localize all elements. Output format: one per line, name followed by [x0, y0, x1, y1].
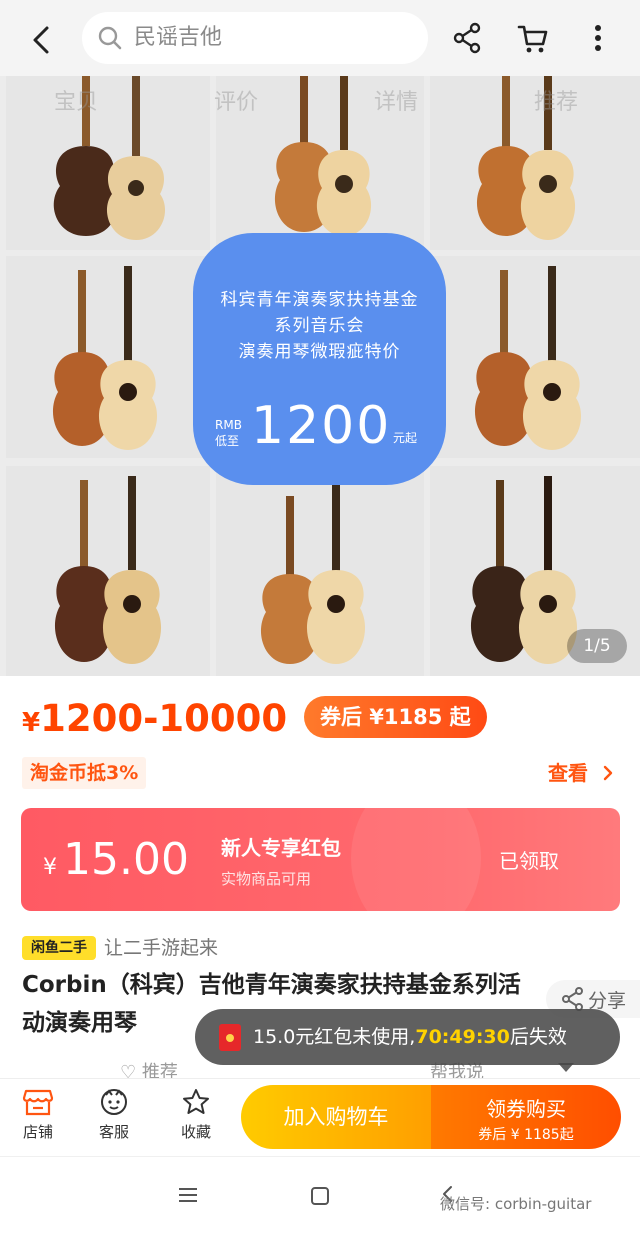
tao-coin-tag: 淘金币抵3% — [22, 757, 147, 789]
promo-line: 科宾青年演奏家扶持基金 — [220, 290, 419, 310]
back-arrow-icon[interactable] — [22, 20, 62, 60]
search-icon — [98, 26, 122, 50]
promo-line: 系列音乐会 — [274, 316, 365, 336]
image-counter: 1/5 — [567, 629, 627, 663]
guitar-photo — [6, 466, 210, 676]
red-packet-title: 新人专享红包 — [221, 836, 341, 860]
add-to-cart-button[interactable]: 加入购物车 — [241, 1085, 431, 1149]
buy-with-coupon-button[interactable]: 领券购买 券后 ¥ 1185起 — [431, 1085, 621, 1149]
search-bar[interactable]: 民谣吉他 — [82, 12, 428, 64]
guitar-photo — [430, 256, 640, 458]
favorite-label: 收藏 — [180, 1123, 211, 1141]
buy-label: 领券购买 — [486, 1097, 566, 1121]
product-image-gallery[interactable]: 宝贝 评价 详情 推荐 科宾青年演奏家扶持基金 系列音乐会 演奏用琴微瑕疵特价 … — [0, 76, 640, 676]
tab-ghost: 推荐 — [534, 90, 579, 115]
view-more-link[interactable]: 查看 — [548, 758, 615, 788]
shop-label: 店铺 — [22, 1123, 53, 1141]
low-label: 低至 — [215, 434, 240, 448]
toast-countdown: 70:49:30 — [415, 1026, 510, 1048]
red-envelope-icon — [219, 1024, 241, 1051]
cart-icon[interactable] — [515, 20, 551, 56]
promo-price: 1200 — [251, 396, 392, 456]
system-navigation-bar: 微信号: corbin-guitar — [0, 1156, 640, 1233]
tab-ghost: 评价 — [214, 90, 259, 115]
top-bar: 民谣吉他 — [0, 0, 640, 76]
service-button[interactable]: 客服 — [84, 1087, 144, 1142]
tab-ghost: 详情 — [374, 90, 419, 115]
coupon-price-badge[interactable]: 券后 ¥1185 起 — [304, 696, 487, 738]
red-packet-subtitle: 实物商品可用 — [221, 870, 312, 888]
home-icon[interactable] — [309, 1185, 331, 1207]
guitar-photo — [6, 256, 210, 458]
red-packet-amount: ¥15.00 — [43, 833, 189, 895]
buy-sub-label: 券后 ¥ 1185起 — [478, 1127, 574, 1143]
ghost-tabs: 宝贝 评价 详情 推荐 — [0, 76, 640, 126]
xianyu-slogan[interactable]: 让二手游起来 — [104, 933, 218, 960]
toast-suffix: 后失效 — [509, 1026, 567, 1048]
decorative-circle — [351, 808, 481, 911]
red-packet-expiry-toast[interactable]: 15.0元红包未使用,70:49:30后失效 — [195, 1009, 620, 1065]
price-value: 1200-10000 — [40, 697, 288, 740]
shop-icon — [22, 1089, 54, 1116]
share-icon[interactable] — [450, 20, 486, 56]
menu-icon[interactable] — [176, 1185, 200, 1205]
search-placeholder: 民谣吉他 — [134, 25, 223, 50]
toast-prefix: 15.0元红包未使用, — [253, 1026, 416, 1048]
toast-message: 15.0元红包未使用,70:49:30后失效 — [253, 1009, 567, 1065]
favorite-button[interactable]: 收藏 — [166, 1087, 226, 1142]
amount-value: 15.00 — [63, 834, 189, 885]
guitar-photo — [216, 466, 424, 676]
chevron-right-icon — [603, 765, 613, 781]
red-packet-status[interactable]: 已领取 — [499, 845, 559, 874]
service-label: 客服 — [98, 1123, 129, 1141]
shop-button[interactable]: 店铺 — [8, 1087, 68, 1142]
promo-line: 演奏用琴微瑕疵特价 — [238, 342, 401, 362]
rmb-label: RMB — [215, 418, 242, 432]
toast-pointer — [558, 1063, 574, 1072]
currency-symbol: ¥ — [22, 708, 41, 738]
customer-service-icon — [101, 1089, 127, 1115]
red-packet-banner[interactable]: ¥15.00 新人专享红包 实物商品可用 已领取 — [21, 808, 620, 911]
bottom-action-bar: 店铺 客服 收藏 加入购物车 领券购买 券后 ¥ 1185起 — [0, 1078, 640, 1156]
promo-rmb-label: RMB 低至 — [215, 417, 242, 449]
promo-card: 科宾青年演奏家扶持基金 系列音乐会 演奏用琴微瑕疵特价 RMB 低至 1200 … — [193, 233, 446, 485]
promo-suffix: 元起 — [393, 431, 418, 445]
price-range: ¥1200-10000 — [22, 694, 287, 748]
xianyu-badge[interactable]: 闲鱼二手 — [22, 936, 96, 960]
tab-ghost: 宝贝 — [54, 90, 99, 115]
more-icon[interactable] — [580, 20, 616, 56]
view-more-label: 查看 — [548, 761, 588, 785]
currency-symbol: ¥ — [43, 855, 57, 880]
wechat-watermark: 微信号: corbin-guitar — [440, 1195, 592, 1213]
star-icon — [183, 1089, 209, 1114]
